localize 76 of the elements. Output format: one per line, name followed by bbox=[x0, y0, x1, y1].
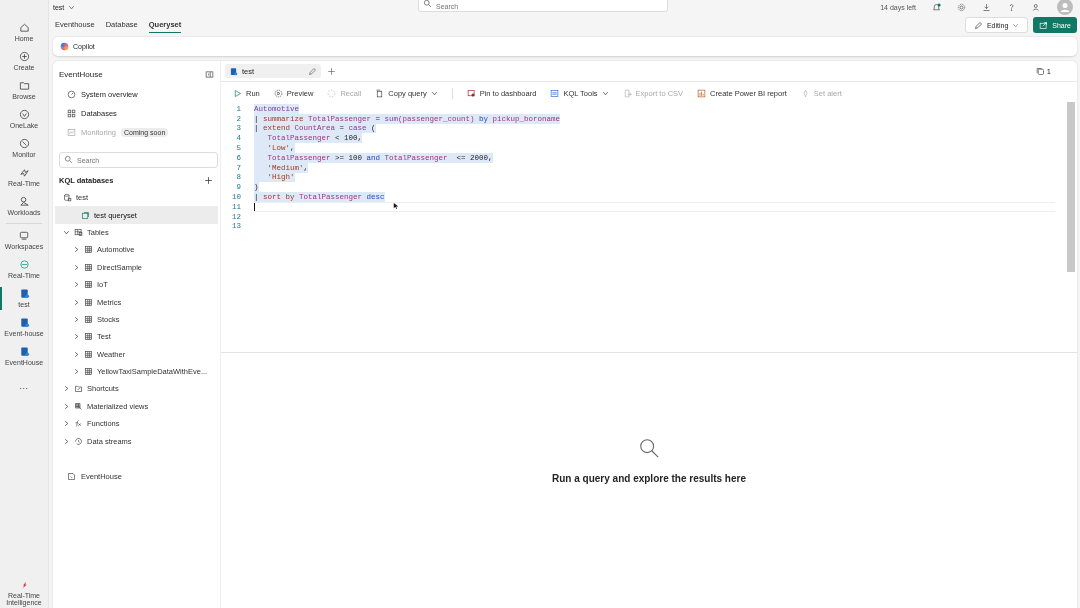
create-icon bbox=[18, 51, 30, 63]
workspaces-icon bbox=[18, 230, 30, 242]
preview-icon bbox=[273, 88, 283, 98]
table-icon bbox=[84, 367, 93, 377]
overview-icon bbox=[67, 90, 76, 99]
tabs-icon bbox=[1035, 66, 1045, 76]
workloads-icon bbox=[18, 196, 30, 208]
eventhouse-icon bbox=[67, 471, 76, 481]
scrollbar[interactable] bbox=[1067, 102, 1075, 272]
chevron-down-icon[interactable] bbox=[63, 228, 70, 236]
chevron-down-icon bbox=[68, 3, 76, 11]
queryset-icon bbox=[81, 210, 90, 220]
alert-icon bbox=[800, 88, 810, 98]
chevron-down-icon bbox=[1012, 21, 1020, 29]
copy-icon bbox=[375, 88, 385, 98]
bell-icon[interactable] bbox=[932, 2, 941, 12]
function-icon bbox=[74, 419, 83, 429]
onelake-icon bbox=[18, 109, 30, 121]
pin-icon bbox=[466, 88, 476, 98]
mouse-cursor-icon bbox=[393, 202, 399, 210]
panel-title: EventHouse bbox=[59, 70, 103, 79]
pencil-icon bbox=[973, 20, 983, 30]
report-icon bbox=[697, 88, 707, 98]
chevron-right-icon[interactable] bbox=[63, 420, 70, 428]
table-icon bbox=[84, 280, 93, 290]
table-icon bbox=[84, 332, 93, 342]
chevron-right-icon[interactable] bbox=[63, 402, 70, 410]
matview-icon bbox=[74, 401, 83, 411]
chevron-right-icon[interactable] bbox=[63, 385, 70, 393]
help-icon[interactable] bbox=[1007, 2, 1016, 12]
realtime-icon bbox=[18, 167, 30, 179]
collapse-panel-icon[interactable] bbox=[205, 70, 214, 79]
chevron-right-icon[interactable] bbox=[73, 281, 80, 289]
chevron-right-icon[interactable] bbox=[73, 246, 80, 254]
table-icon bbox=[84, 349, 93, 359]
rail-item[interactable]: ... bbox=[0, 371, 48, 400]
share-icon bbox=[1039, 20, 1049, 30]
shortcut-icon bbox=[74, 384, 83, 394]
chevron-right-icon[interactable] bbox=[73, 263, 80, 271]
home-icon bbox=[18, 22, 30, 34]
copilot-icon bbox=[60, 42, 69, 51]
item-icon bbox=[18, 288, 30, 300]
database-icon bbox=[63, 193, 72, 203]
database-icon bbox=[229, 66, 238, 76]
tables-icon bbox=[74, 227, 83, 237]
settings-icon[interactable] bbox=[957, 2, 966, 12]
chevron-right-icon[interactable] bbox=[73, 368, 80, 376]
recall-icon bbox=[327, 88, 337, 98]
add-tab-icon[interactable] bbox=[327, 66, 336, 76]
empty-state-message: Run a query and explore the results here bbox=[552, 473, 746, 484]
run-icon bbox=[233, 88, 242, 98]
chevron-right-icon[interactable] bbox=[73, 298, 80, 306]
item-icon bbox=[18, 317, 30, 329]
tools-icon bbox=[550, 88, 560, 98]
table-icon bbox=[84, 262, 93, 272]
chevron-right-icon[interactable] bbox=[73, 333, 80, 341]
download-icon[interactable] bbox=[982, 2, 991, 12]
browse-icon bbox=[18, 80, 30, 92]
databases-icon bbox=[67, 109, 76, 118]
add-icon[interactable] bbox=[204, 176, 213, 185]
chevron-right-icon[interactable] bbox=[73, 350, 80, 358]
table-icon bbox=[84, 314, 93, 324]
search-icon bbox=[638, 437, 660, 459]
export-icon bbox=[622, 88, 632, 98]
person-icon[interactable] bbox=[1032, 2, 1041, 12]
rtworkspace-icon bbox=[18, 259, 30, 271]
chevron-right-icon[interactable] bbox=[63, 437, 70, 445]
monitor-icon bbox=[18, 138, 30, 150]
search-icon bbox=[64, 155, 73, 164]
table-icon bbox=[84, 245, 93, 255]
table-icon bbox=[84, 297, 93, 307]
search-icon bbox=[423, 0, 432, 8]
chevron-right-icon[interactable] bbox=[73, 315, 80, 323]
monitoring-icon bbox=[67, 128, 76, 137]
item-icon bbox=[18, 346, 30, 358]
stream-icon bbox=[74, 436, 83, 446]
